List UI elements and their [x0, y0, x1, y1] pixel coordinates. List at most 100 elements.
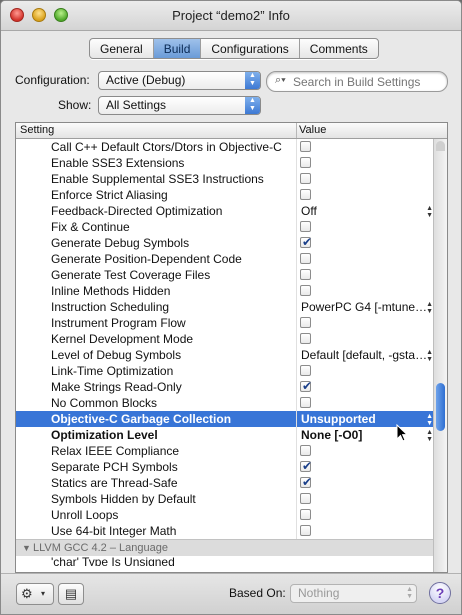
setting-checkbox[interactable]	[300, 333, 311, 344]
show-popup[interactable]: All Settings ▲ ▼	[98, 96, 261, 115]
setting-checkbox[interactable]	[300, 173, 311, 184]
table-row[interactable]: Separate PCH Symbols	[16, 458, 435, 475]
based-on-value: Nothing	[298, 586, 340, 600]
table-row[interactable]: Call C++ Default Ctors/Dtors in Objectiv…	[16, 139, 434, 155]
table-row[interactable]: Instrument Program Flow	[16, 315, 434, 331]
table-row[interactable]: Make Strings Read-Only	[16, 378, 435, 395]
table-row[interactable]: Relax IEEE Compliance	[16, 443, 434, 459]
table-row[interactable]: Generate Position-Dependent Code	[16, 251, 434, 267]
setting-value-cell[interactable]	[296, 378, 435, 395]
setting-value-cell[interactable]: None [-O0] ▲ ▼	[296, 427, 435, 443]
setting-value-cell[interactable]	[296, 474, 435, 491]
search-input[interactable]	[291, 73, 445, 91]
configuration-popup[interactable]: Active (Debug) ▲ ▼	[98, 71, 261, 90]
table-row[interactable]: 'char' Type Is Unsigned	[16, 556, 434, 566]
column-header-value[interactable]: Value	[296, 123, 326, 138]
search-field[interactable]: ⌕▾	[266, 71, 448, 92]
setting-checkbox[interactable]	[300, 397, 311, 408]
settings-group-header[interactable]: ▼ LLVM GCC 4.2 – Language	[16, 539, 434, 556]
setting-value-cell[interactable]: Unsupported ▲ ▼	[296, 411, 435, 427]
setting-value-cell[interactable]	[296, 251, 435, 267]
setting-checkbox[interactable]	[300, 234, 312, 250]
setting-checkbox[interactable]	[300, 509, 311, 520]
scrollbar-thumb[interactable]	[436, 383, 445, 431]
table-row[interactable]: Statics are Thread-Safe	[16, 474, 435, 491]
table-row[interactable]: Enable Supplemental SSE3 Instructions	[16, 171, 434, 187]
table-row[interactable]: Symbols Hidden by Default	[16, 491, 434, 507]
document-button[interactable]: ▤	[58, 583, 84, 605]
value-stepper-icon[interactable]: ▲ ▼	[426, 413, 433, 427]
setting-checkbox[interactable]	[300, 269, 311, 280]
setting-checkbox[interactable]	[300, 317, 311, 328]
table-row[interactable]: Instruction Scheduling PowerPC G4 [-mtune…	[16, 299, 434, 315]
setting-checkbox[interactable]	[300, 141, 311, 152]
setting-value-cell[interactable]	[296, 171, 435, 187]
setting-value-cell[interactable]	[296, 491, 435, 507]
table-row[interactable]: Generate Test Coverage Files	[16, 267, 434, 283]
vertical-scrollbar[interactable]	[433, 139, 447, 572]
setting-value-cell[interactable]	[296, 395, 435, 411]
titlebar[interactable]: Project “demo2” Info	[1, 1, 461, 31]
action-menu-button[interactable]: ⚙ ▾	[16, 583, 54, 605]
table-row[interactable]: Generate Debug Symbols	[16, 234, 435, 251]
setting-value-cell[interactable]: Default [default, -gsta… ▲ ▼	[296, 347, 435, 363]
setting-value-cell[interactable]	[296, 458, 435, 475]
based-on-popup[interactable]: Nothing ▲ ▼	[290, 584, 417, 603]
setting-value-cell[interactable]	[296, 267, 435, 283]
value-stepper-icon[interactable]: ▲ ▼	[426, 429, 433, 443]
setting-checkbox[interactable]	[300, 525, 311, 536]
help-button[interactable]: ?	[429, 582, 451, 604]
setting-checkbox[interactable]	[300, 221, 311, 232]
setting-checkbox[interactable]	[300, 493, 311, 504]
setting-value-cell[interactable]	[296, 443, 435, 459]
setting-value-cell[interactable]	[296, 283, 435, 299]
setting-value-cell[interactable]	[296, 315, 435, 331]
tab-configurations[interactable]: Configurations	[201, 39, 300, 58]
setting-value-cell[interactable]	[296, 331, 435, 347]
table-row[interactable]: Level of Debug Symbols Default [default, …	[16, 347, 434, 363]
tab-general[interactable]: General	[90, 39, 154, 58]
setting-checkbox[interactable]	[300, 445, 311, 456]
setting-value-cell[interactable]	[296, 234, 435, 251]
setting-checkbox[interactable]	[300, 285, 311, 296]
table-row[interactable]: Objective-C Garbage Collection Unsupporte…	[16, 411, 434, 427]
table-row[interactable]: Fix & Continue	[16, 219, 434, 235]
setting-name: Fix & Continue	[51, 220, 130, 234]
disclosure-triangle-icon[interactable]: ▼	[22, 540, 31, 556]
scrollbar-track-cap	[436, 141, 445, 151]
setting-name: 'char' Type Is Unsigned	[51, 556, 175, 566]
table-row[interactable]: Enable SSE3 Extensions	[16, 155, 434, 171]
setting-checkbox[interactable]	[300, 474, 312, 490]
setting-value-cell[interactable]	[296, 187, 435, 203]
setting-checkbox[interactable]	[300, 458, 312, 474]
value-stepper-icon[interactable]: ▲ ▼	[426, 301, 433, 315]
table-row[interactable]: Kernel Development Mode	[16, 331, 434, 347]
table-row[interactable]: Use 64-bit Integer Math	[16, 523, 434, 539]
setting-checkbox[interactable]	[300, 189, 311, 200]
tab-comments[interactable]: Comments	[300, 39, 378, 58]
setting-value-cell[interactable]	[296, 507, 435, 523]
table-row[interactable]: Feedback-Directed Optimization Off ▲ ▼	[16, 203, 434, 219]
table-row[interactable]: Enforce Strict Aliasing	[16, 187, 434, 203]
setting-value-cell[interactable]	[296, 363, 435, 379]
setting-value-cell[interactable]	[296, 219, 435, 235]
setting-value-cell[interactable]: PowerPC G4 [-mtune… ▲ ▼	[296, 299, 435, 315]
table-row[interactable]: Link-Time Optimization	[16, 363, 434, 379]
setting-value-cell[interactable]: Off ▲ ▼	[296, 203, 435, 219]
setting-value-cell[interactable]	[296, 523, 435, 539]
table-row[interactable]: Inline Methods Hidden	[16, 283, 434, 299]
setting-value-cell[interactable]	[296, 139, 435, 155]
setting-value-cell[interactable]	[296, 155, 435, 171]
setting-checkbox[interactable]	[300, 157, 311, 168]
setting-checkbox[interactable]	[300, 365, 311, 376]
setting-name: Level of Debug Symbols	[51, 348, 182, 362]
table-row[interactable]: Optimization Level None [-O0] ▲ ▼	[16, 427, 434, 443]
table-row[interactable]: No Common Blocks	[16, 395, 434, 411]
column-header-setting[interactable]: Setting	[20, 123, 54, 138]
value-stepper-icon[interactable]: ▲ ▼	[426, 205, 433, 219]
tab-build[interactable]: Build	[153, 39, 202, 58]
setting-checkbox[interactable]	[300, 253, 311, 264]
setting-checkbox[interactable]	[300, 378, 312, 394]
table-row[interactable]: Unroll Loops	[16, 507, 434, 523]
value-stepper-icon[interactable]: ▲ ▼	[426, 349, 433, 363]
